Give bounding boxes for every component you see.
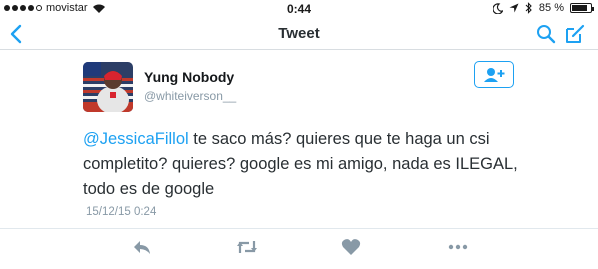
battery-percent: 85 % [538, 2, 564, 14]
page-title: Tweet [278, 25, 320, 42]
battery-fill [572, 5, 588, 11]
status-right: 85 % [492, 2, 594, 14]
navigation-bar: Tweet [0, 18, 598, 50]
battery-icon [570, 3, 594, 13]
moon-icon [492, 2, 503, 14]
retweet-icon[interactable] [236, 238, 258, 256]
author-handle[interactable]: @whiteiverson__ [144, 89, 236, 103]
location-icon [509, 3, 519, 13]
astronaut-avatar-image [83, 62, 133, 112]
add-user-icon [484, 67, 505, 82]
tweet-timestamp: 15/12/15 0:24 [86, 206, 157, 218]
compose-icon[interactable] [564, 23, 586, 45]
divider [0, 228, 598, 229]
more-icon[interactable] [448, 238, 468, 256]
avatar[interactable] [83, 62, 133, 112]
heart-icon[interactable] [341, 238, 361, 256]
reply-icon[interactable] [132, 238, 152, 256]
follow-button[interactable] [474, 61, 514, 88]
status-bar: movistar 0:44 85 % [0, 0, 598, 18]
tweet-text: @JessicaFillol te saco más? quieres que … [83, 127, 553, 202]
search-icon[interactable] [536, 24, 556, 44]
bluetooth-icon [525, 2, 532, 14]
mention-link[interactable]: @JessicaFillol [83, 130, 189, 148]
author-name[interactable]: Yung Nobody [144, 69, 234, 85]
